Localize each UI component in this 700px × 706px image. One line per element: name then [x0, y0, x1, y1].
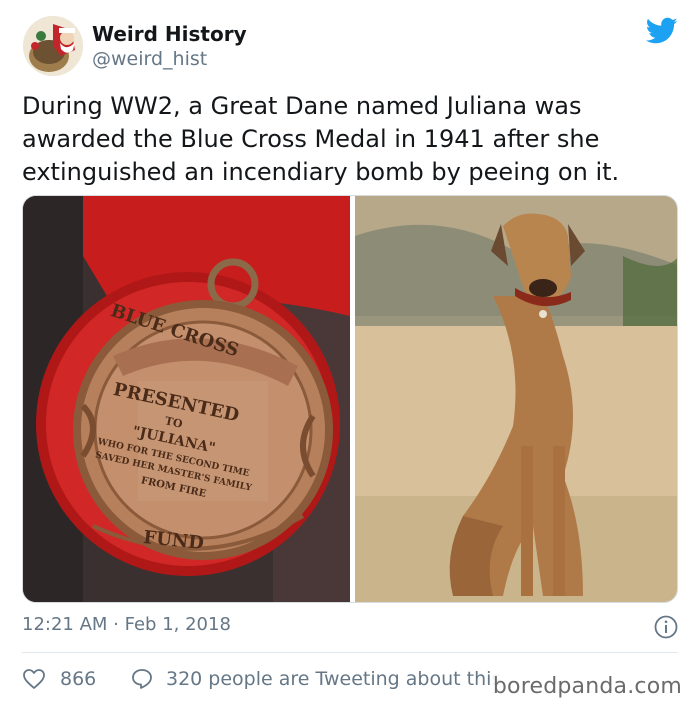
heart-icon: [23, 669, 45, 689]
twitter-bird-icon[interactable]: [646, 16, 678, 46]
like-button[interactable]: 866: [22, 667, 96, 691]
watermark: boredpanda.com: [490, 674, 684, 699]
tweeting-count-text: 320 people are Tweeting about this: [166, 668, 502, 690]
author-handle[interactable]: @weird_hist: [92, 48, 207, 70]
author-avatar[interactable]: [23, 16, 83, 76]
tweet-text: During WW2, a Great Dane named Juliana w…: [22, 92, 620, 186]
tweet-media[interactable]: BLUE CROSS PRESENTED TO "JULIANA" WHO FO…: [22, 195, 678, 603]
likes-count: 866: [60, 668, 97, 690]
great-dane-painting[interactable]: [355, 196, 678, 603]
author-display-name[interactable]: Weird History: [92, 22, 247, 46]
divider: [22, 652, 678, 653]
info-icon[interactable]: [654, 615, 678, 639]
vintage-santa-avatar-icon: [23, 16, 83, 76]
speech-bubble-icon: [132, 669, 152, 689]
tweeting-about-link[interactable]: 320 people are Tweeting about this: [130, 667, 501, 691]
tweet-timestamp[interactable]: 12:21 AM · Feb 1, 2018: [22, 614, 231, 635]
